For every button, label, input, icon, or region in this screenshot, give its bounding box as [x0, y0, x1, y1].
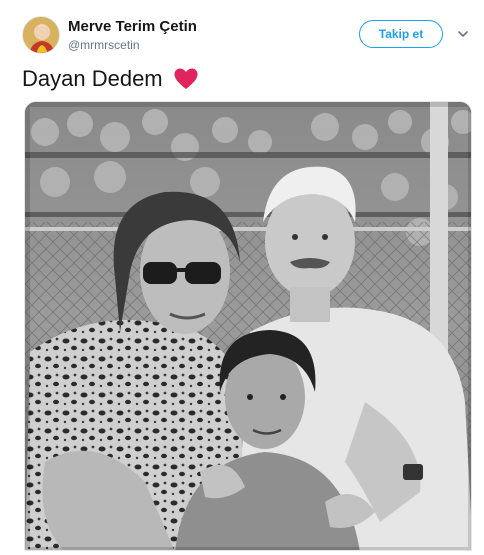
- follow-button[interactable]: Takip et: [359, 20, 443, 48]
- chevron-down-icon[interactable]: [456, 27, 470, 41]
- avatar-image: [23, 17, 59, 53]
- tweet-text-content: Dayan Dedem: [22, 66, 163, 91]
- user-handle[interactable]: @mrmrscetin: [68, 38, 140, 52]
- tweet-photo[interactable]: [24, 101, 472, 551]
- heart-icon: [174, 68, 198, 89]
- photo-image: [25, 102, 471, 550]
- tweet-text: Dayan Dedem: [22, 66, 199, 92]
- tweet-card: Merve Terim Çetin @mrmrscetin Takip et D…: [0, 0, 484, 555]
- display-name[interactable]: Merve Terim Çetin: [68, 18, 197, 35]
- avatar[interactable]: [22, 16, 60, 54]
